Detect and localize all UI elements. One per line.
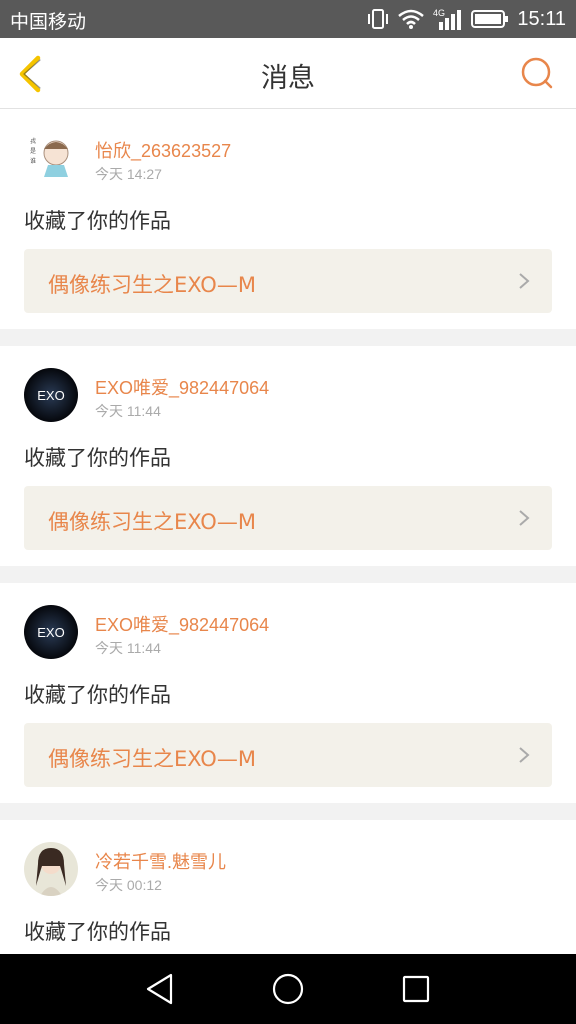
action-text: 收藏了你的作品: [24, 209, 171, 233]
message-card: 冷若千雪.魅雪儿 今天 00:12 收藏了你的作品: [0, 820, 576, 954]
work-title: 偶像练习生之EXO—M: [48, 273, 256, 297]
chevron-right-icon: [519, 510, 530, 526]
message-card: EXO EXO唯爱_982447064 今天 11:44 收藏了你的作品 偶像练…: [0, 346, 576, 566]
carrier-name: 中国移动: [10, 12, 87, 33]
svg-text:EXO: EXO: [37, 625, 64, 640]
clock: 15:11: [517, 7, 566, 30]
svg-text:是: 是: [30, 148, 36, 155]
nav-home-icon[interactable]: [271, 972, 305, 1006]
work-link[interactable]: 偶像练习生之EXO—M: [24, 723, 552, 787]
username[interactable]: 怡欣_263623527: [95, 137, 231, 163]
action-text: 收藏了你的作品: [24, 446, 171, 470]
avatar[interactable]: EXO: [24, 605, 78, 659]
chevron-right-icon: [519, 747, 530, 763]
nav-back-icon[interactable]: [144, 972, 176, 1006]
action-text: 收藏了你的作品: [24, 920, 171, 944]
avatar[interactable]: 我 是 谁: [24, 131, 78, 185]
nav-recents-icon[interactable]: [401, 974, 431, 1004]
message-card: EXO EXO唯爱_982447064 今天 11:44 收藏了你的作品 偶像练…: [0, 583, 576, 803]
work-link[interactable]: 偶像练习生之EXO—M: [24, 249, 552, 313]
username[interactable]: 冷若千雪.魅雪儿: [95, 848, 226, 874]
avatar[interactable]: [24, 842, 78, 896]
avatar[interactable]: EXO: [24, 368, 78, 422]
message-card: 我 是 谁 怡欣_263623527 今天 14:27 收藏了你的作品 偶像练习…: [0, 109, 576, 329]
work-link[interactable]: 偶像练习生之EXO—M: [24, 486, 552, 550]
search-icon[interactable]: [520, 56, 554, 90]
header: 消息: [0, 38, 576, 109]
username[interactable]: EXO唯爱_982447064: [95, 374, 269, 400]
chevron-right-icon: [519, 273, 530, 289]
username[interactable]: EXO唯爱_982447064: [95, 611, 269, 637]
page-title: 消息: [261, 63, 315, 94]
svg-text:谁: 谁: [30, 157, 36, 165]
timestamp: 今天 11:44: [95, 403, 161, 419]
status-bar: 中国移动 4G 15:11: [0, 0, 576, 38]
timestamp: 今天 11:44: [95, 640, 161, 656]
action-text: 收藏了你的作品: [24, 683, 171, 707]
wifi-icon: [398, 9, 425, 29]
vibrate-icon: [368, 9, 389, 29]
svg-text:EXO: EXO: [37, 388, 64, 403]
battery-icon: [471, 10, 509, 28]
timestamp: 今天 00:12: [95, 877, 162, 893]
cell-signal-icon: 4G: [433, 8, 462, 30]
svg-text:我: 我: [30, 137, 36, 145]
timestamp: 今天 14:27: [95, 166, 162, 182]
status-icons: 4G 15:11: [367, 0, 566, 38]
svg-text:4G: 4G: [433, 8, 445, 18]
work-title: 偶像练习生之EXO—M: [48, 510, 256, 534]
work-title: 偶像练习生之EXO—M: [48, 747, 256, 771]
